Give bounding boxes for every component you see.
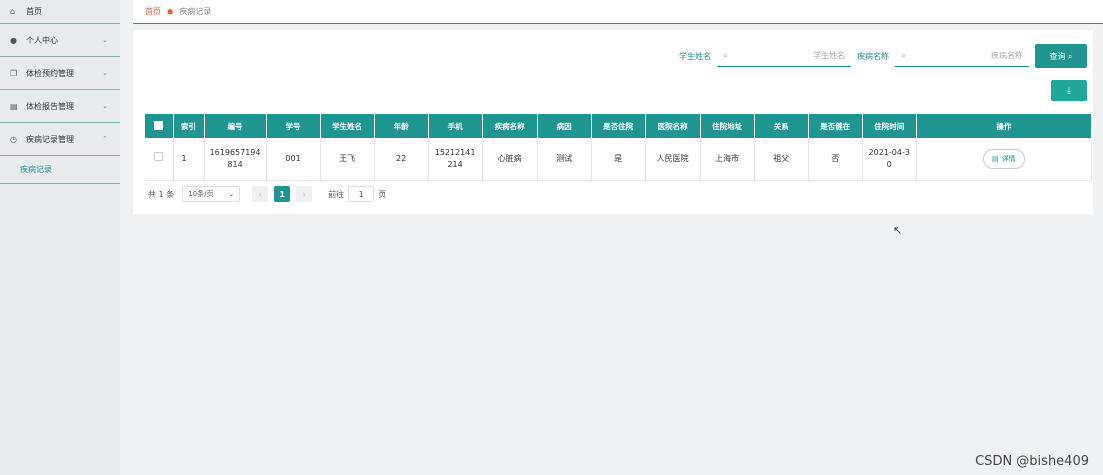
column-header: 学生姓名	[320, 114, 375, 138]
chevron-left-icon: ‹	[258, 189, 262, 199]
column-header: 是否健在	[808, 114, 863, 138]
search-icon: ⌕	[723, 50, 729, 61]
disease-name-label: 疾病名称	[857, 51, 889, 61]
breadcrumb-separator-icon: ☗	[167, 7, 174, 16]
chevron-down-icon: ⌄	[228, 190, 235, 198]
cell-cause: 测试	[537, 138, 592, 181]
row-checkbox[interactable]	[145, 138, 174, 181]
copy-icon: ❐	[10, 68, 18, 78]
cell-name: 王飞	[320, 138, 375, 181]
page-size-value: 10条/页	[188, 190, 214, 198]
document-icon: ▤	[992, 154, 999, 163]
sidebar-item-label: 体检预约管理	[26, 68, 74, 78]
user-icon: ●	[10, 35, 17, 45]
cell-relation: 祖父	[754, 138, 809, 181]
cell-phone-line2: 214	[447, 159, 463, 169]
cell-student-no: 001	[266, 138, 321, 181]
watermark: CSDN @bishe409	[975, 454, 1089, 469]
column-header: 疾病名称	[482, 114, 538, 138]
cell-hospital: 人民医院	[645, 138, 701, 181]
search-bar: 学生姓名 ⌕ 学生姓名 疾病名称 ⌕ 疾病名称 查询 ⌕	[679, 44, 1087, 68]
cell-date-line1: 2021-04-3	[868, 147, 910, 157]
page-number-current[interactable]: 1	[274, 186, 291, 202]
mouse-cursor-icon: ↖	[893, 224, 903, 237]
student-name-input[interactable]: ⌕ 学生姓名	[717, 45, 851, 67]
home-icon: ⌂	[10, 7, 16, 16]
cell-phone: 15212141 214	[428, 138, 483, 181]
detail-button-label: 详情	[1001, 154, 1016, 163]
search-icon: ⌕	[901, 50, 907, 61]
chevron-right-icon: ›	[302, 189, 306, 199]
cell-alive: 否	[808, 138, 863, 181]
disease-name-input[interactable]: ⌕ 疾病名称	[895, 45, 1029, 67]
cell-code: 1619657194 814	[204, 138, 267, 181]
cell-date-line2: 0	[886, 159, 892, 169]
chevron-up-icon: ⌃	[102, 135, 108, 143]
column-header: 操作	[916, 114, 1093, 138]
column-header: 医院名称	[645, 114, 701, 138]
column-header: 年龄	[374, 114, 429, 138]
goto-label: 前往	[328, 189, 345, 199]
clock-icon: ◷	[10, 134, 17, 144]
goto-page-input[interactable]: 1	[348, 186, 375, 202]
chevron-down-icon: ⌄	[102, 102, 108, 110]
records-panel: 学生姓名 ⌕ 学生姓名 疾病名称 ⌕ 疾病名称 查询 ⌕ ⤓ 索引 编号 学号 …	[133, 30, 1093, 214]
sidebar-item-label: 首页	[26, 7, 42, 16]
next-page-button[interactable]: ›	[296, 186, 313, 202]
sidebar-item-report-management[interactable]: ▤ 体检报告管理 ⌄	[0, 90, 120, 123]
column-header: 住院时间	[862, 114, 917, 138]
chevron-down-icon: ⌄	[102, 69, 108, 77]
page-suffix: 页	[378, 189, 387, 199]
cell-disease: 心脏病	[482, 138, 538, 181]
column-header: 是否住院	[591, 114, 646, 138]
detail-button[interactable]: ▤ 详情	[982, 148, 1025, 169]
report-icon: ▤	[10, 101, 18, 111]
table-header-row: 索引 编号 学号 学生姓名 年龄 手机 疾病名称 病因 是否住院 医院名称 住院…	[145, 114, 1093, 138]
download-icon: ⤓	[1067, 85, 1071, 96]
select-all-checkbox[interactable]	[145, 114, 174, 138]
breadcrumb-current: 疾病记录	[179, 7, 212, 16]
cell-code-line2: 814	[227, 159, 243, 169]
sidebar-item-appointment-management[interactable]: ❐ 体检预约管理 ⌄	[0, 57, 120, 90]
sidebar-item-personal-center[interactable]: ● 个人中心 ⌄	[0, 24, 120, 57]
breadcrumb-home[interactable]: 首页	[145, 6, 161, 17]
column-header: 病因	[537, 114, 592, 138]
cell-age: 22	[374, 138, 429, 181]
student-name-label: 学生姓名	[679, 51, 711, 61]
cell-actions: ▤ 详情	[916, 138, 1093, 181]
sidebar-item-home[interactable]: ⌂ 首页	[0, 0, 120, 24]
records-table: 索引 编号 学号 学生姓名 年龄 手机 疾病名称 病因 是否住院 医院名称 住院…	[145, 114, 1093, 181]
column-header: 索引	[173, 114, 205, 138]
cell-code-line1: 1619657194	[209, 147, 261, 157]
sidebar-item-label: 体检报告管理	[26, 101, 74, 111]
column-header: 关系	[754, 114, 809, 138]
cell-address: 上海市	[700, 138, 755, 181]
column-header: 编号	[204, 114, 267, 138]
cell-phone-line1: 15212141	[434, 147, 476, 157]
cell-hospitalized: 是	[591, 138, 646, 181]
disease-name-placeholder: 疾病名称	[991, 51, 1023, 60]
column-header: 住院地址	[700, 114, 755, 138]
column-header: 手机	[428, 114, 483, 138]
pagination-total: 共 1 条	[148, 189, 175, 199]
query-button[interactable]: 查询 ⌕	[1035, 44, 1087, 68]
main-content: 首页 ☗ 疾病记录 学生姓名 ⌕ 学生姓名 疾病名称 ⌕ 疾病名称 查询 ⌕ ⤓	[133, 0, 1103, 475]
breadcrumb: 首页 ☗ 疾病记录	[133, 0, 1103, 24]
column-header: 学号	[266, 114, 321, 138]
sidebar-item-disease-management[interactable]: ◷ 疾病记录管理 ⌃	[0, 123, 120, 156]
sidebar-item-label: 疾病记录管理	[26, 134, 74, 144]
cell-date: 2021-04-3 0	[862, 138, 917, 181]
pagination: 共 1 条 10条/页 ⌄ ‹ 1 › 前往 1 页	[148, 186, 386, 202]
download-button[interactable]: ⤓	[1051, 80, 1087, 101]
table-row: 1 1619657194 814 001 王飞 22 15212141 214 心脏…	[145, 138, 1093, 181]
page-size-select[interactable]: 10条/页 ⌄	[182, 186, 241, 202]
sidebar-subitem-disease-records[interactable]: 疾病记录	[0, 156, 120, 184]
prev-page-button[interactable]: ‹	[252, 186, 269, 202]
sidebar-item-label: 个人中心	[26, 35, 58, 45]
chevron-down-icon: ⌄	[102, 36, 108, 44]
sidebar: ⌂ 首页 ● 个人中心 ⌄ ❐ 体检预约管理 ⌄ ▤ 体检报告管理 ⌄ ◷ 疾病…	[0, 0, 120, 475]
student-name-placeholder: 学生姓名	[813, 51, 845, 60]
cell-index: 1	[173, 138, 205, 181]
